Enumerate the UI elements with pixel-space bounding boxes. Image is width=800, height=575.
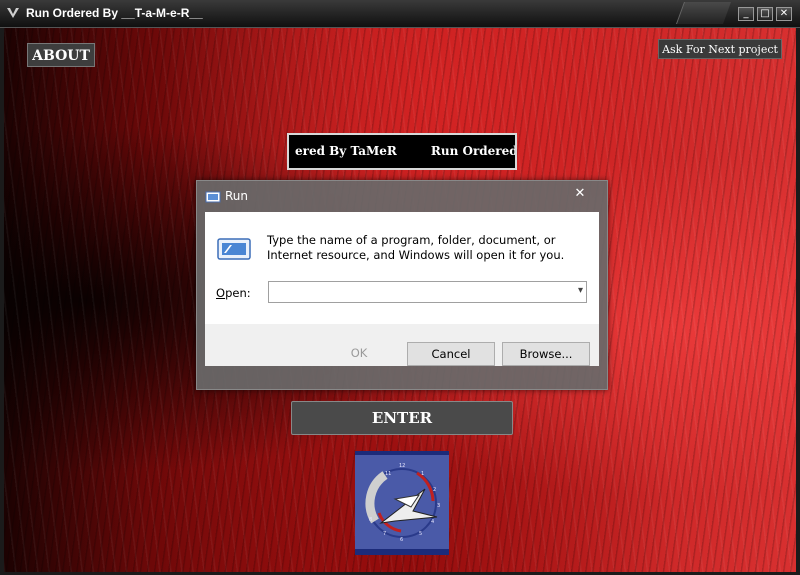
svg-text:1: 1: [421, 471, 424, 477]
window-title: Run Ordered By __T-a-M-e-R__: [26, 6, 203, 20]
run-close-button[interactable]: ✕: [567, 185, 593, 203]
open-label: Open:: [216, 286, 251, 300]
run-description: Type the name of a program, folder, docu…: [267, 233, 565, 262]
run-dialog-title: Run: [225, 189, 249, 203]
maximize-button[interactable]: □: [757, 7, 773, 21]
svg-text:2: 2: [433, 487, 436, 493]
svg-text:12: 12: [399, 463, 405, 469]
minimize-button[interactable]: _: [738, 7, 754, 21]
app-logo-icon: [7, 8, 19, 18]
chevron-down-icon[interactable]: ▾: [578, 285, 583, 296]
svg-text:7: 7: [383, 531, 386, 537]
open-label-access-key: O: [216, 286, 226, 300]
marquee-segment: ered By TaMeR: [295, 144, 397, 158]
svg-text:5: 5: [419, 531, 422, 537]
run-dialog-title-bar[interactable]: Run ✕: [197, 181, 607, 211]
svg-text:4: 4: [431, 519, 434, 525]
svg-text:8: 8: [369, 517, 372, 523]
browse-button[interactable]: Browse...: [502, 342, 590, 366]
run-dialog-footer: OK Cancel Browse...: [205, 324, 599, 366]
scrolling-marquee: ered By TaMeR Run Ordered Po: [287, 133, 517, 170]
app-window: Run Ordered By __T-a-M-e-R__ _ □ ✕ ABOUT…: [0, 0, 800, 575]
cancel-button[interactable]: Cancel: [407, 342, 495, 366]
ok-button[interactable]: OK: [315, 342, 403, 366]
marquee-text: ered By TaMeR Run Ordered Po: [295, 144, 517, 158]
svg-text:3: 3: [437, 503, 440, 509]
open-label-text: pen:: [225, 286, 251, 300]
run-dialog: Run ✕ Type the name of a program, folder…: [196, 180, 608, 390]
open-input[interactable]: ▾: [268, 281, 587, 303]
close-button[interactable]: ✕: [776, 7, 792, 21]
svg-text:6: 6: [400, 537, 403, 543]
title-bar-decoration: [675, 2, 732, 24]
clock-arrow-logo-icon[interactable]: 1212 345 678 11: [355, 451, 449, 555]
title-bar[interactable]: Run Ordered By __T-a-M-e-R__ _ □ ✕: [0, 0, 800, 28]
run-dialog-body: Type the name of a program, folder, docu…: [205, 212, 599, 324]
svg-text:11: 11: [385, 471, 391, 477]
about-button[interactable]: ABOUT: [27, 43, 95, 67]
ask-next-project-button[interactable]: Ask For Next project: [658, 39, 782, 59]
run-program-icon: [217, 238, 251, 260]
run-icon: [205, 191, 221, 203]
marquee-segment: Run Ordered Po: [430, 144, 517, 158]
enter-button[interactable]: ENTER: [291, 401, 513, 435]
